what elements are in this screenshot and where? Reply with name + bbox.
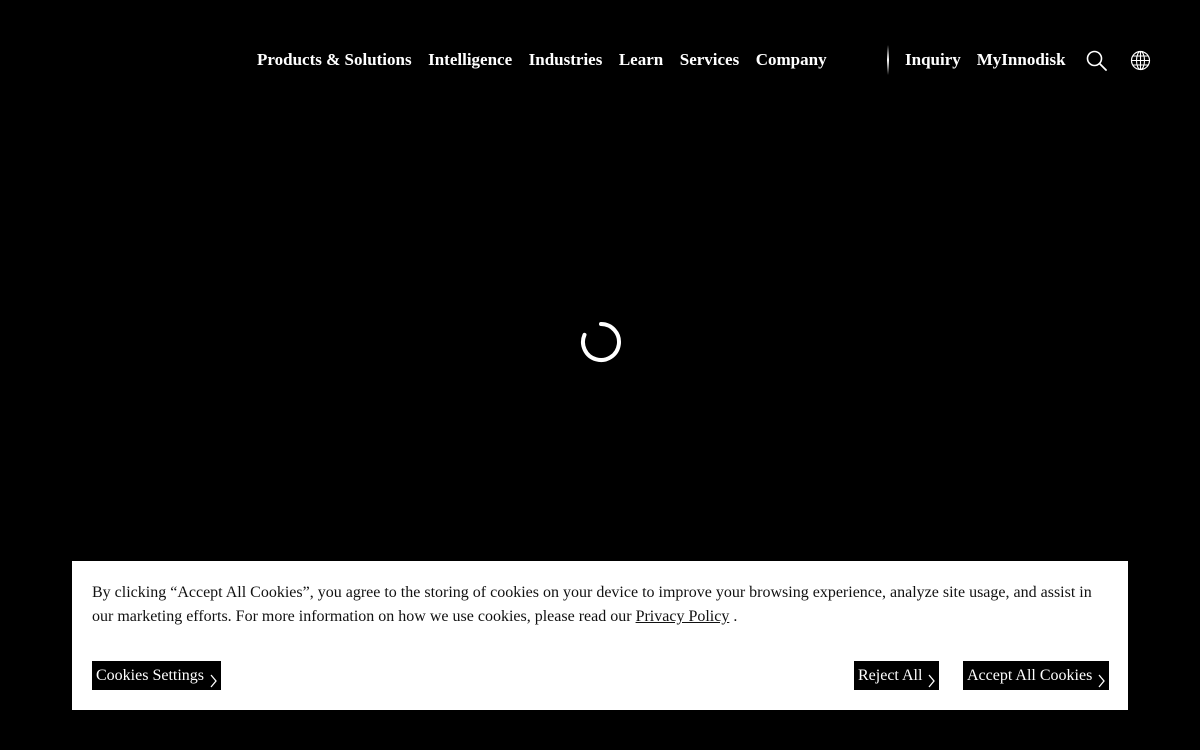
- nav-divider: [887, 45, 889, 75]
- cookies-settings-button[interactable]: Cookies Settings: [92, 661, 222, 690]
- nav-item-intelligence[interactable]: Intelligence: [428, 44, 512, 76]
- nav-item-myinnodisk[interactable]: MyInnodisk: [977, 44, 1066, 76]
- search-icon[interactable]: [1085, 49, 1107, 71]
- nav-item-products-solutions[interactable]: Products & Solutions: [257, 44, 412, 76]
- reject-all-button[interactable]: Reject All: [854, 661, 940, 690]
- page: Products & Solutions Intelligence Indust…: [0, 0, 1200, 750]
- globe-icon[interactable]: [1129, 49, 1151, 71]
- chevron-right-icon: [928, 669, 936, 687]
- nav-item-company[interactable]: Company: [756, 44, 827, 76]
- reject-all-label: Reject All: [858, 667, 923, 684]
- chevron-right-icon: [1098, 669, 1106, 687]
- utility-nav: Inquiry MyInnodisk: [905, 44, 1082, 76]
- nav-item-industries[interactable]: Industries: [529, 44, 603, 76]
- accept-all-label: Accept All Cookies: [967, 667, 1093, 684]
- cookie-banner: By clicking “Accept All Cookies”, you ag…: [72, 561, 1128, 710]
- cookie-message: By clicking “Accept All Cookies”, you ag…: [92, 581, 1112, 629]
- main-nav: Products & Solutions Intelligence Indust…: [257, 44, 843, 76]
- nav-item-inquiry[interactable]: Inquiry: [905, 44, 961, 76]
- nav-item-services[interactable]: Services: [680, 44, 739, 76]
- cookie-message-end: .: [729, 608, 738, 625]
- top-navigation: Products & Solutions Intelligence Indust…: [0, 44, 1200, 76]
- cookies-settings-label: Cookies Settings: [96, 667, 205, 684]
- spinner-icon: [580, 321, 622, 363]
- accept-all-cookies-button[interactable]: Accept All Cookies: [963, 661, 1110, 690]
- privacy-policy-link[interactable]: Privacy Policy: [636, 608, 730, 625]
- cookie-message-text: By clicking “Accept All Cookies”, you ag…: [92, 584, 1092, 625]
- nav-item-learn[interactable]: Learn: [619, 44, 663, 76]
- chevron-right-icon: [210, 669, 217, 687]
